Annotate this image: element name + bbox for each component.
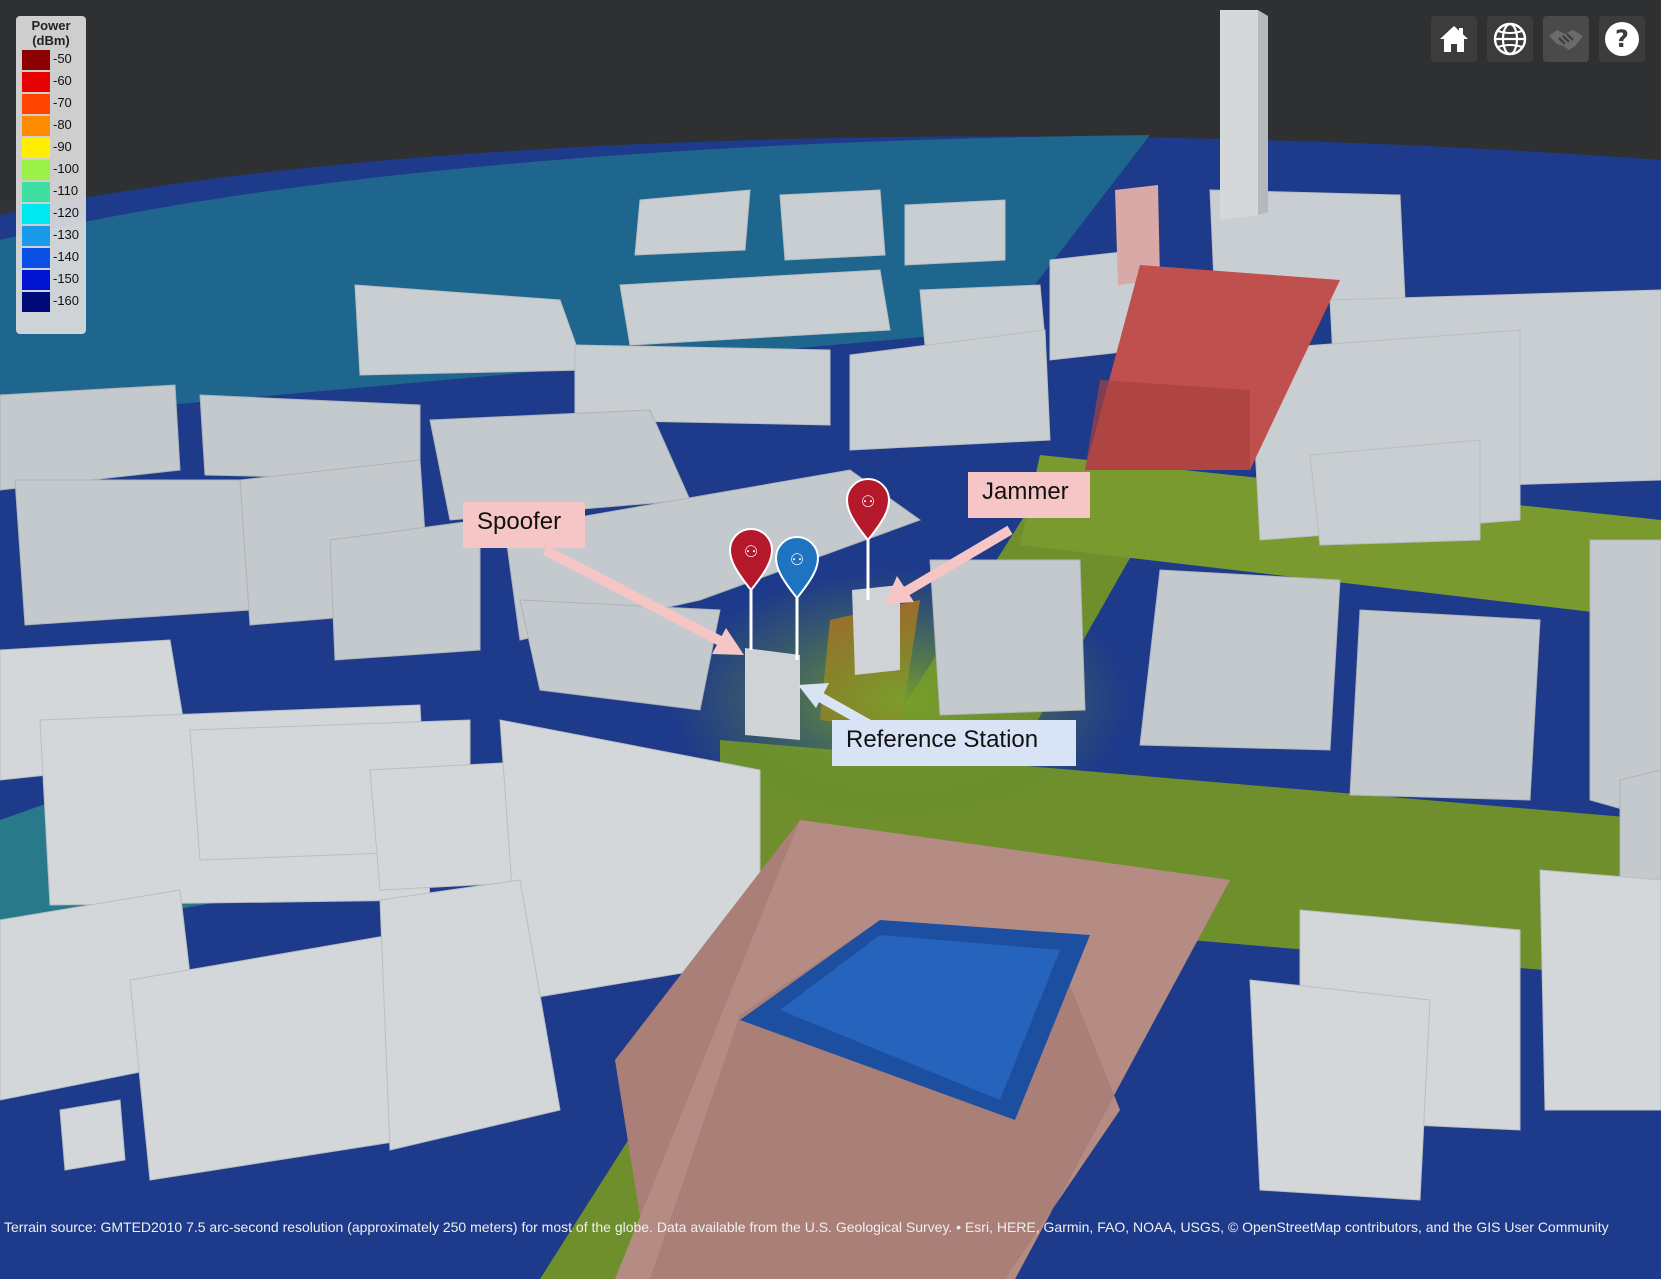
legend-label: -60	[53, 73, 72, 88]
spoofer-label: Spoofer	[477, 508, 562, 535]
legend-swatch	[22, 248, 50, 268]
legend-label: -150	[53, 271, 80, 286]
legend-title: Power (dBm)	[20, 18, 82, 48]
legend-title-line1: Power	[31, 18, 71, 33]
jammer-label: Jammer	[982, 478, 1069, 505]
legend-entry: -60	[20, 70, 82, 92]
legend-entry: -80	[20, 114, 82, 136]
legend-entry: -90	[20, 136, 82, 158]
svg-text:⚇: ⚇	[744, 542, 758, 561]
legend-swatch	[22, 72, 50, 92]
map-attribution: Terrain source: GMTED2010 7.5 arc-second…	[4, 1219, 1609, 1235]
jammer-callout: Jammer	[968, 472, 1090, 518]
power-legend: Power (dBm) -50 -60 -70 -80 -90 -100 -110 -120-…	[16, 16, 86, 334]
legend-entry: -120	[20, 202, 82, 224]
legend-entry: -130	[20, 224, 82, 246]
spoofer-building	[745, 648, 800, 740]
legend-swatch	[22, 182, 50, 202]
globe-icon	[1493, 22, 1527, 56]
legend-entry: -100	[20, 158, 82, 180]
legend-label: -70	[53, 95, 72, 110]
svg-text:⚇: ⚇	[861, 492, 875, 511]
legend-swatch	[22, 226, 50, 246]
home-icon	[1440, 26, 1468, 52]
legend-label: -140	[53, 249, 80, 264]
legend-swatch	[22, 116, 50, 136]
map-toolbar: ?	[1431, 16, 1645, 62]
svg-text:?: ?	[1615, 25, 1629, 53]
legend-swatch	[22, 292, 50, 312]
tall-tower-side	[1258, 10, 1268, 215]
home-button[interactable]	[1431, 16, 1477, 62]
globe-button[interactable]	[1487, 16, 1533, 62]
legend-label: -100	[53, 161, 80, 176]
legend-entry: -160	[20, 290, 82, 312]
legend-entry: -150	[20, 268, 82, 290]
handshake-button[interactable]	[1543, 16, 1589, 62]
legend-label: -110	[53, 183, 79, 198]
legend-title-line2: (dBm)	[32, 33, 70, 48]
help-button[interactable]: ?	[1599, 16, 1645, 62]
legend-swatch	[22, 138, 50, 158]
legend-swatch	[22, 50, 50, 70]
legend-swatch	[22, 94, 50, 114]
legend-label: -160	[53, 293, 80, 308]
legend-swatch	[22, 204, 50, 224]
legend-entry: -140	[20, 246, 82, 268]
legend-label: -50	[53, 51, 72, 66]
legend-entry: -70	[20, 92, 82, 114]
legend-label: -90	[53, 139, 72, 154]
map-viewer[interactable]: ⚇ ⚇ ⚇ Spoofer Jammer Reference Station P…	[0, 0, 1661, 1279]
svg-text:⚇: ⚇	[790, 550, 804, 569]
legend-swatch	[22, 160, 50, 180]
legend-label: -130	[53, 227, 80, 242]
map-scene[interactable]: ⚇ ⚇ ⚇	[0, 0, 1661, 1279]
legend-label: -80	[53, 117, 72, 132]
help-icon: ?	[1605, 22, 1639, 56]
reference-station-label: Reference Station	[846, 726, 1039, 753]
spoofer-callout: Spoofer	[463, 502, 585, 548]
handshake-icon	[1549, 30, 1583, 50]
tall-tower	[1220, 10, 1258, 220]
legend-entry: -50	[20, 48, 82, 70]
red-building-side	[1085, 380, 1250, 470]
legend-entries: -50 -60 -70 -80 -90 -100 -110 -120 -130 -140 -150 -…	[20, 48, 82, 312]
legend-swatch	[22, 270, 50, 290]
legend-entry: -110	[20, 180, 82, 202]
legend-label: -120	[53, 205, 80, 220]
reference-station-callout: Reference Station	[832, 720, 1076, 766]
